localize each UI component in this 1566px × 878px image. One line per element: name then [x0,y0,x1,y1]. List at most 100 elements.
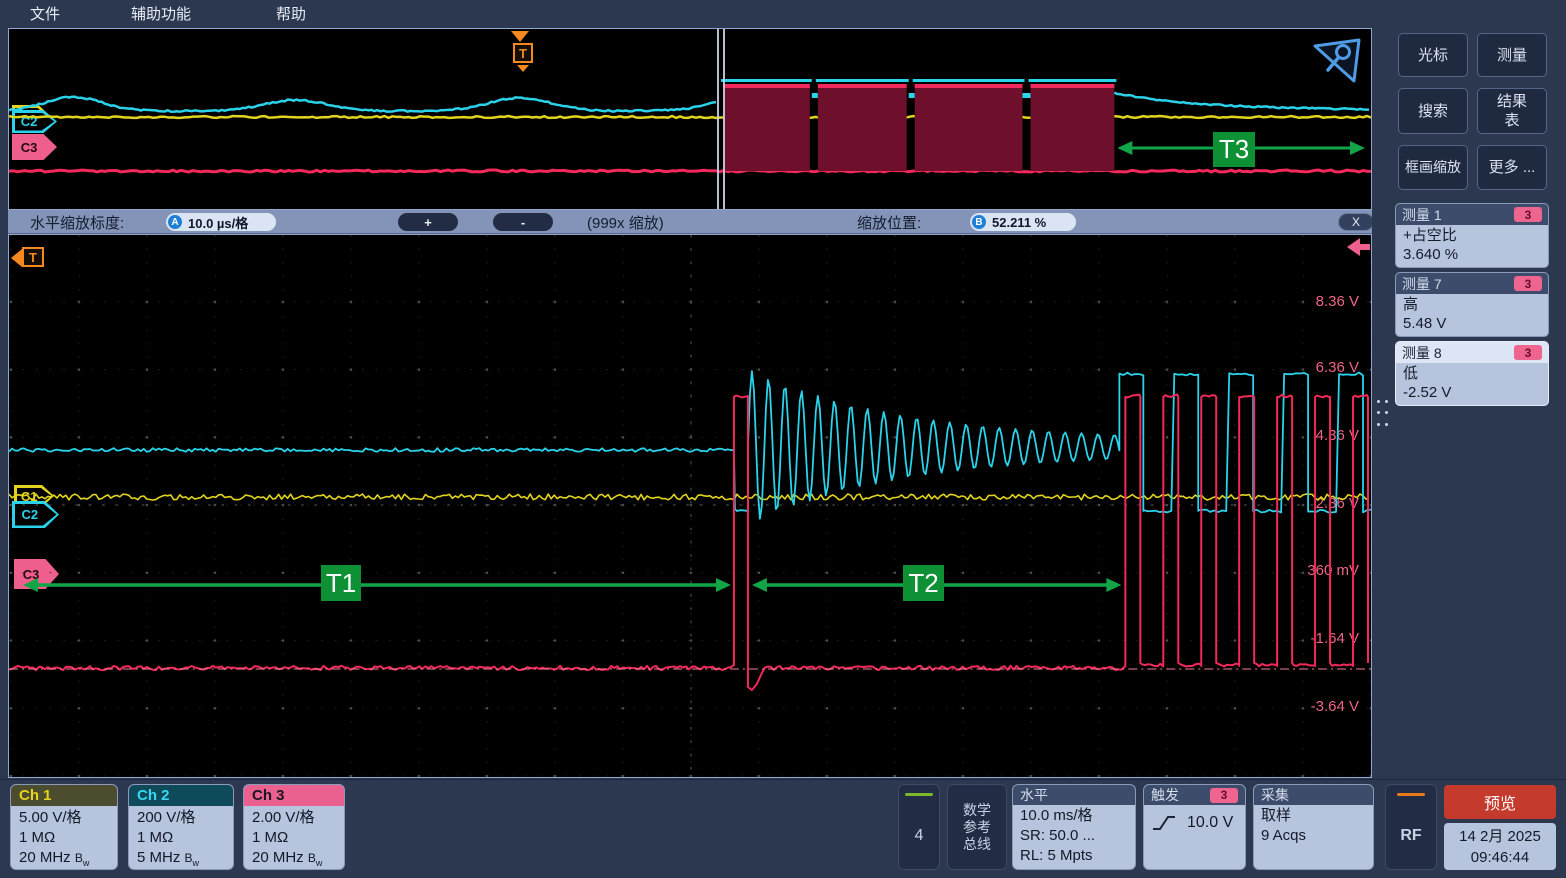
measurement-value: 3.640 % [1403,245,1541,264]
ch2-impedance: 1 MΩ [137,828,225,848]
oscilloscope-app: 文件 辅助功能 帮助 Tektronix T C1 C2 C3 T3 [0,0,1566,878]
measurement-value: 5.48 V [1403,314,1541,333]
overview-channel-badge-c2[interactable]: C2 [12,110,57,133]
measurement-title: 测量 8 [1402,343,1442,363]
zoom-position-value: 52.211 % [992,215,1046,230]
draw-zoom-button[interactable]: 框画缩放 [1398,145,1468,190]
measure-button[interactable]: 测量 [1477,33,1547,77]
sidebar: 光标 测量 搜索 结果表 框画缩放 更多 ... 测量 1 3 +占空比 3.6… [1372,0,1566,878]
acquisition-count: 9 Acqs [1261,826,1366,846]
channel-1-badge[interactable]: Ch 1 5.00 V/格 1 MΩ 20 MHz Bw [10,784,118,870]
zoom-tool-icon[interactable] [1312,37,1364,87]
measurement-name: 高 [1403,295,1541,314]
ch2-scale: 200 V/格 [137,808,225,828]
menu-help[interactable]: 帮助 [276,0,306,26]
measurement-card-8[interactable]: 测量 8 3 低 -2.52 V [1395,341,1549,406]
acquisition-title: 采集 [1254,785,1373,805]
source-badge: 3 [1514,345,1542,360]
overview-channel-badge-c3[interactable]: C3 [12,134,57,160]
trigger-offscreen-marker[interactable]: T [22,247,44,267]
trigger-position-tip [517,65,529,72]
zoom-position-label: 缩放位置: [857,210,921,234]
zoom-scale-bar: 水平缩放标度: A 10.0 µs/格 + - (999x 缩放) 缩放位置: … [8,210,1372,234]
voltage-label-6: -1.64 V [1264,629,1359,649]
zoom-in-button[interactable]: + [398,213,458,231]
date-text: 14 2月 2025 [1459,826,1541,847]
voltage-label-7: -3.64 V [1264,697,1359,717]
ch3-impedance: 1 MΩ [252,828,336,848]
channel-2-header: Ch 2 [129,785,233,806]
channel-4-add-button[interactable]: 4 [898,784,940,870]
acquisition-mode: 取样 [1261,806,1366,826]
zoom-scale-knob[interactable]: A 10.0 µs/格 [166,213,276,231]
zoomed-waveforms [9,235,1371,777]
voltage-label-1: 8.36 V [1264,292,1359,312]
zoom-scale-value: 10.0 µs/格 [188,213,248,232]
trigger-badge[interactable]: 触发 3 10.0 V [1143,784,1246,870]
record-length: RL: 5 Mpts [1020,846,1128,866]
acquisition-badge[interactable]: 采集 取样 9 Acqs [1253,784,1374,870]
knob-a-icon: A [168,215,182,229]
channel-badge-c3[interactable]: C3 [14,559,59,589]
ch4-color-dash [905,793,933,796]
ch3-scale: 2.00 V/格 [252,808,336,828]
measurement-name: 低 [1403,364,1541,383]
results-table-button[interactable]: 结果表 [1477,88,1547,134]
preview-status-button[interactable]: 预览 [1444,785,1556,819]
ch3-bandwidth: 20 MHz Bw [252,848,336,870]
measurement-name: +占空比 [1403,226,1541,245]
ch1-scale: 5.00 V/格 [19,808,109,828]
zoom-close-button[interactable]: X [1338,213,1374,231]
measurement-title: 测量 7 [1402,274,1442,294]
panel-drag-handle[interactable] [1377,400,1389,430]
main-waveform-display[interactable]: 8.36 V 6.36 V 4.36 V 2.36 V 360 mV -1.64… [8,234,1372,778]
horizontal-scale: 10.0 ms/格 [1020,806,1128,826]
channel-3-badge[interactable]: Ch 3 2.00 V/格 1 MΩ 20 MHz Bw [243,784,345,870]
zoom-box-left-edge[interactable] [717,29,719,209]
annotation-t1-label: T1 [321,565,361,601]
ch1-bandwidth: 20 MHz Bw [19,848,109,870]
zoom-box-left-edge-inner[interactable] [723,29,725,209]
voltage-label-2: 6.36 V [1264,358,1359,378]
horizontal-badge[interactable]: 水平 10.0 ms/格 SR: 50.0 ... RL: 5 Mpts [1012,784,1136,870]
time-text: 09:46:44 [1471,847,1529,868]
datetime-display: 14 2月 2025 09:46:44 [1444,823,1556,870]
trigger-offscreen-arrow-icon[interactable] [11,249,22,267]
sample-rate: SR: 50.0 ... [1020,826,1128,846]
menu-utility[interactable]: 辅助功能 [131,0,191,26]
zoom-factor-readout: (999x 缩放) [587,210,664,234]
rf-button[interactable]: RF [1385,784,1437,870]
more-button[interactable]: 更多 ... [1477,145,1547,190]
annotation-t2-label: T2 [903,565,944,601]
zoom-out-button[interactable]: - [493,213,553,231]
channel-2-badge[interactable]: Ch 2 200 V/格 1 MΩ 5 MHz Bw [128,784,234,870]
ch2-bandwidth: 5 MHz Bw [137,848,225,870]
math-ref-bus-button[interactable]: 数学参考总线 [947,784,1007,870]
voltage-label-5: 360 mV [1264,561,1359,581]
rf-color-dash [1397,793,1425,796]
source-badge: 3 [1514,276,1542,291]
ch3-offscreen-marker-tail [1359,244,1370,250]
trigger-position-marker[interactable]: T [513,43,533,63]
knob-b-icon: B [972,215,986,229]
search-button[interactable]: 搜索 [1398,88,1468,134]
horizontal-title: 水平 [1013,785,1135,805]
menu-bar: 文件 辅助功能 帮助 Tektronix [0,0,1566,26]
measurement-card-1[interactable]: 测量 1 3 +占空比 3.640 % [1395,203,1549,268]
channel-badge-c2[interactable]: C2 [12,501,59,528]
channel-1-header: Ch 1 [11,785,117,806]
overview-waveforms [9,29,1371,209]
waveform-overview[interactable]: T C1 C2 C3 T3 [8,28,1372,210]
annotation-t3-label: T3 [1213,132,1255,167]
ch1-impedance: 1 MΩ [19,828,109,848]
measurement-card-7[interactable]: 测量 7 3 高 5.48 V [1395,272,1549,337]
menu-file[interactable]: 文件 [30,0,60,26]
trigger-source-badge: 3 [1210,788,1238,803]
source-badge: 3 [1514,207,1542,222]
cursor-button[interactable]: 光标 [1398,33,1468,77]
measurement-title: 测量 1 [1402,205,1442,225]
zoom-position-knob[interactable]: B 52.211 % [970,213,1076,231]
channel-3-header: Ch 3 [244,785,344,806]
trigger-position-icon[interactable] [511,31,529,42]
zoom-scale-label: 水平缩放标度: [30,210,124,234]
